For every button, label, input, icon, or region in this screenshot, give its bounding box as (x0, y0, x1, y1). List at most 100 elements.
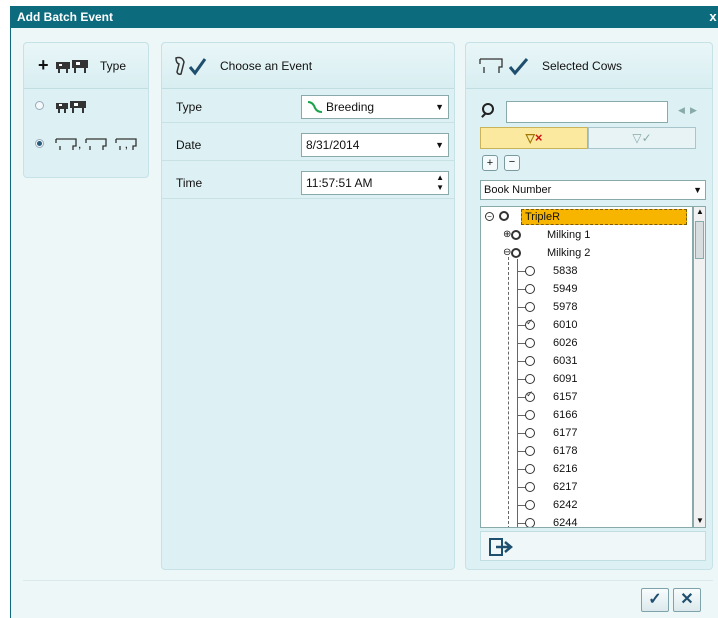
root-node-label[interactable]: TripleR (521, 209, 687, 225)
cows-panel-title: Selected Cows (542, 59, 623, 73)
cow-list-item[interactable]: 6216 (553, 461, 577, 477)
cow-list-item[interactable]: 6031 (553, 353, 577, 369)
selected-cows-panel: Selected Cows ◀ ▶ ▽× ▽✓ + − Book Number … (465, 42, 713, 570)
selected-cow-check-icon (479, 58, 529, 76)
chevron-down-icon[interactable]: ▼ (435, 134, 444, 156)
cow-list-item[interactable]: 6242 (553, 497, 577, 513)
cancel-button[interactable]: ✕ (673, 588, 701, 612)
group-milking-1[interactable]: Milking 1 (547, 227, 590, 243)
scroll-up-icon[interactable]: ▲ (696, 207, 704, 216)
cow-search-input[interactable] (506, 101, 668, 123)
ok-button[interactable]: ✓ (641, 588, 669, 612)
event-type-select[interactable]: Breeding ▼ (301, 95, 449, 119)
cow-select-circle[interactable] (525, 464, 535, 474)
event-check-icon (175, 56, 207, 76)
type-panel-title: Type (100, 59, 127, 73)
cow-list-item[interactable]: 6091 (553, 371, 577, 387)
remove-filter-icon: × (534, 130, 543, 145)
cow-list-item[interactable]: 6026 (553, 335, 577, 351)
cow-herd-icon (56, 101, 86, 113)
breeding-icon (307, 101, 323, 113)
cow-list-item[interactable]: 6166 (553, 407, 577, 423)
add-batch-event-window: Add Batch Event x + Type , , Choose an E… (10, 6, 718, 618)
type-panel-header: + Type (24, 43, 148, 89)
cow-list-item[interactable]: 6157 (553, 389, 577, 405)
cow-tree: − TripleR ⊕ Milking 1 ⊖ Milking 2 5838 59… (480, 206, 693, 528)
sort-by-select[interactable]: Book Number ▼ (480, 180, 706, 200)
chevron-down-icon[interactable]: ▼ (435, 96, 444, 118)
cow-select-circle[interactable] (525, 284, 535, 294)
root-node-text: TripleR (525, 211, 561, 223)
cow-select-circle[interactable] (525, 266, 535, 276)
footer-divider (23, 580, 713, 581)
cow-list-item[interactable]: 5978 (553, 299, 577, 315)
cow-select-circle[interactable] (525, 302, 535, 312)
cow-select-circle[interactable] (525, 518, 535, 527)
cow-select-circle[interactable] (525, 446, 535, 456)
cow-list-item[interactable]: 5949 (553, 281, 577, 297)
cow-select-circle[interactable] (525, 317, 535, 330)
time-row: Time 11:57:51 AM ▲ ▼ (162, 167, 454, 199)
window-title: Add Batch Event (17, 10, 114, 24)
scroll-down-icon[interactable]: ▼ (696, 516, 704, 525)
group-select-circle[interactable] (511, 230, 521, 240)
filter-icon: ▽ (525, 131, 535, 145)
cow-list-item[interactable]: 6177 (553, 425, 577, 441)
multiple-type-label: , , (78, 137, 149, 151)
group-milking-2[interactable]: Milking 2 (547, 245, 590, 261)
tree-connector (508, 257, 509, 527)
cow-select-circle[interactable] (525, 482, 535, 492)
cow-list-item[interactable]: 6217 (553, 479, 577, 495)
cow-select-circle[interactable] (525, 500, 535, 510)
type-label: Type (176, 100, 203, 114)
cow-select-circle[interactable] (525, 389, 535, 402)
search-prev-icon[interactable]: ◀ (678, 105, 685, 116)
sort-by-value: Book Number (484, 184, 552, 196)
title-bar: Add Batch Event x (11, 6, 718, 28)
event-date-value: 8/31/2014 (306, 138, 360, 152)
date-row: Date 8/31/2014 ▼ (162, 129, 454, 161)
event-panel-title: Choose an Event (220, 59, 313, 73)
plus-icon: + (38, 55, 49, 75)
search-next-icon[interactable]: ▶ (690, 105, 697, 116)
tree-footer-bar (480, 531, 706, 561)
date-label: Date (176, 138, 202, 152)
filter-selected-tab[interactable]: ▽✓ (588, 127, 696, 149)
event-time-stepper[interactable]: 11:57:51 AM ▲ ▼ (301, 171, 449, 195)
cow-select-circle[interactable] (525, 374, 535, 384)
cow-list-item[interactable]: 6010 (553, 317, 577, 333)
event-panel-header: Choose an Event (162, 43, 454, 89)
cow-herd-icon (56, 60, 88, 73)
cow-list-item[interactable]: 6178 (553, 443, 577, 459)
collapse-all-button[interactable]: − (504, 155, 520, 171)
expand-all-button[interactable]: + (482, 155, 498, 171)
cow-select-circle[interactable] (525, 410, 535, 420)
tree-scrollbar[interactable]: ▲ ▼ (693, 206, 706, 528)
filter-check-icon: ▽✓ (632, 131, 652, 145)
cows-panel-header: Selected Cows (466, 43, 712, 89)
search-icon-handle (481, 112, 487, 118)
event-type-value: Breeding (326, 100, 375, 114)
filter-unselected-tab[interactable]: ▽× (480, 127, 588, 149)
cow-list-item[interactable]: 6244 (553, 515, 577, 527)
stepper-down-icon[interactable]: ▼ (436, 177, 444, 199)
multiple-type-radio[interactable] (35, 139, 44, 148)
cow-select-circle[interactable] (525, 338, 535, 348)
cow-select-circle[interactable] (525, 428, 535, 438)
type-panel: + Type , , (23, 42, 149, 178)
event-panel: Choose an Event Type Breeding ▼ Date 8/3… (161, 42, 455, 570)
single-type-radio[interactable] (35, 101, 44, 110)
time-label: Time (176, 176, 203, 190)
scroll-thumb[interactable] (695, 221, 704, 259)
event-time-value: 11:57:51 AM (306, 176, 373, 190)
cow-list-item[interactable]: 5838 (553, 263, 577, 279)
cow-select-circle[interactable] (525, 356, 535, 366)
root-select-circle[interactable] (499, 211, 509, 221)
chevron-down-icon[interactable]: ▼ (693, 181, 702, 199)
close-icon[interactable]: x (707, 9, 718, 25)
group-select-circle[interactable] (511, 248, 521, 258)
type-row: Type Breeding ▼ (162, 91, 454, 123)
root-collapse-icon[interactable]: − (485, 212, 494, 221)
event-date-picker[interactable]: 8/31/2014 ▼ (301, 133, 449, 157)
export-icon[interactable] (487, 536, 515, 558)
